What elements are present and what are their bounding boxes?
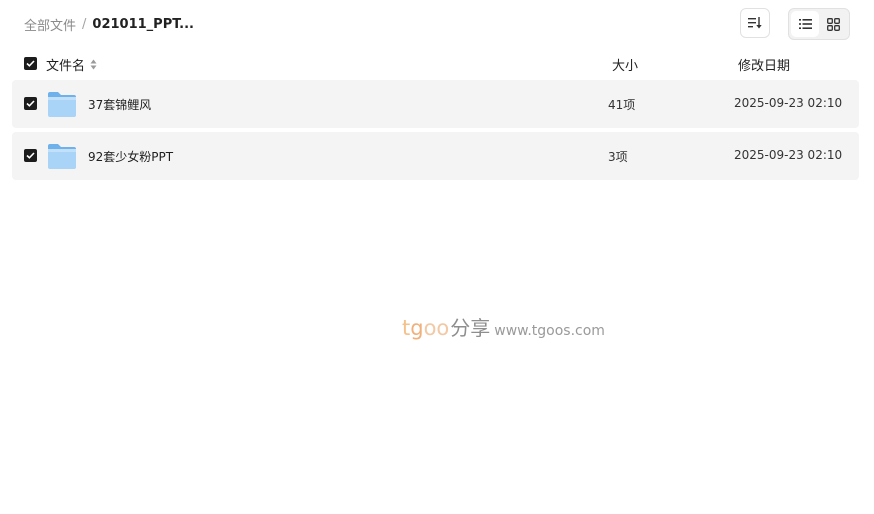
- row-checkbox[interactable]: [24, 97, 37, 110]
- column-header-size[interactable]: 大小: [612, 55, 638, 74]
- table-row[interactable]: 37套锦鲤风 41项 2025-09-23 02:10: [12, 80, 859, 128]
- column-header-name[interactable]: 文件名: [46, 55, 97, 74]
- file-size: 3项: [608, 150, 628, 164]
- folder-icon: [48, 92, 76, 117]
- row-checkbox[interactable]: [24, 149, 37, 162]
- file-size: 41项: [608, 98, 636, 112]
- watermark-brand-cn: 分享: [450, 316, 491, 340]
- table-row[interactable]: 92套少女粉PPT 3项 2025-09-23 02:10: [12, 132, 859, 180]
- file-name[interactable]: 37套锦鲤风: [88, 96, 151, 113]
- watermark: t g oo 分享 www.tgoos.com: [402, 312, 605, 341]
- column-header-date[interactable]: 修改日期: [738, 55, 790, 74]
- breadcrumb-current: 021011_PPT...: [92, 16, 194, 32]
- column-header-name-label: 文件名: [46, 59, 86, 74]
- watermark-brand-g: g: [410, 316, 424, 340]
- select-all-checkbox[interactable]: [24, 57, 37, 70]
- grid-view-icon: [826, 17, 840, 31]
- sort-caret-icon: [90, 59, 97, 70]
- file-name[interactable]: 92套少女粉PPT: [88, 148, 173, 165]
- breadcrumb-root[interactable]: 全部文件: [24, 15, 76, 34]
- list-view-button[interactable]: [791, 11, 819, 37]
- watermark-url: www.tgoos.com: [494, 323, 605, 339]
- watermark-brand-oo: oo: [423, 316, 450, 340]
- grid-view-button[interactable]: [819, 11, 847, 37]
- breadcrumb-separator: /: [82, 16, 87, 32]
- file-modified-date: 2025-09-23 02:10: [734, 96, 843, 110]
- sort-button[interactable]: [740, 8, 770, 38]
- file-modified-date: 2025-09-23 02:10: [734, 148, 843, 162]
- watermark-brand-t: t: [402, 316, 411, 340]
- view-mode-toggle: [788, 8, 850, 40]
- sort-icon: [748, 17, 762, 29]
- list-view-icon: [798, 19, 812, 29]
- table-header: 文件名 大小 修改日期: [0, 52, 874, 76]
- folder-icon: [48, 144, 76, 169]
- checkmark-icon: [26, 152, 35, 159]
- checkmark-icon: [26, 100, 35, 107]
- breadcrumb: 全部文件 / 021011_PPT...: [24, 14, 194, 34]
- checkmark-icon: [26, 60, 35, 67]
